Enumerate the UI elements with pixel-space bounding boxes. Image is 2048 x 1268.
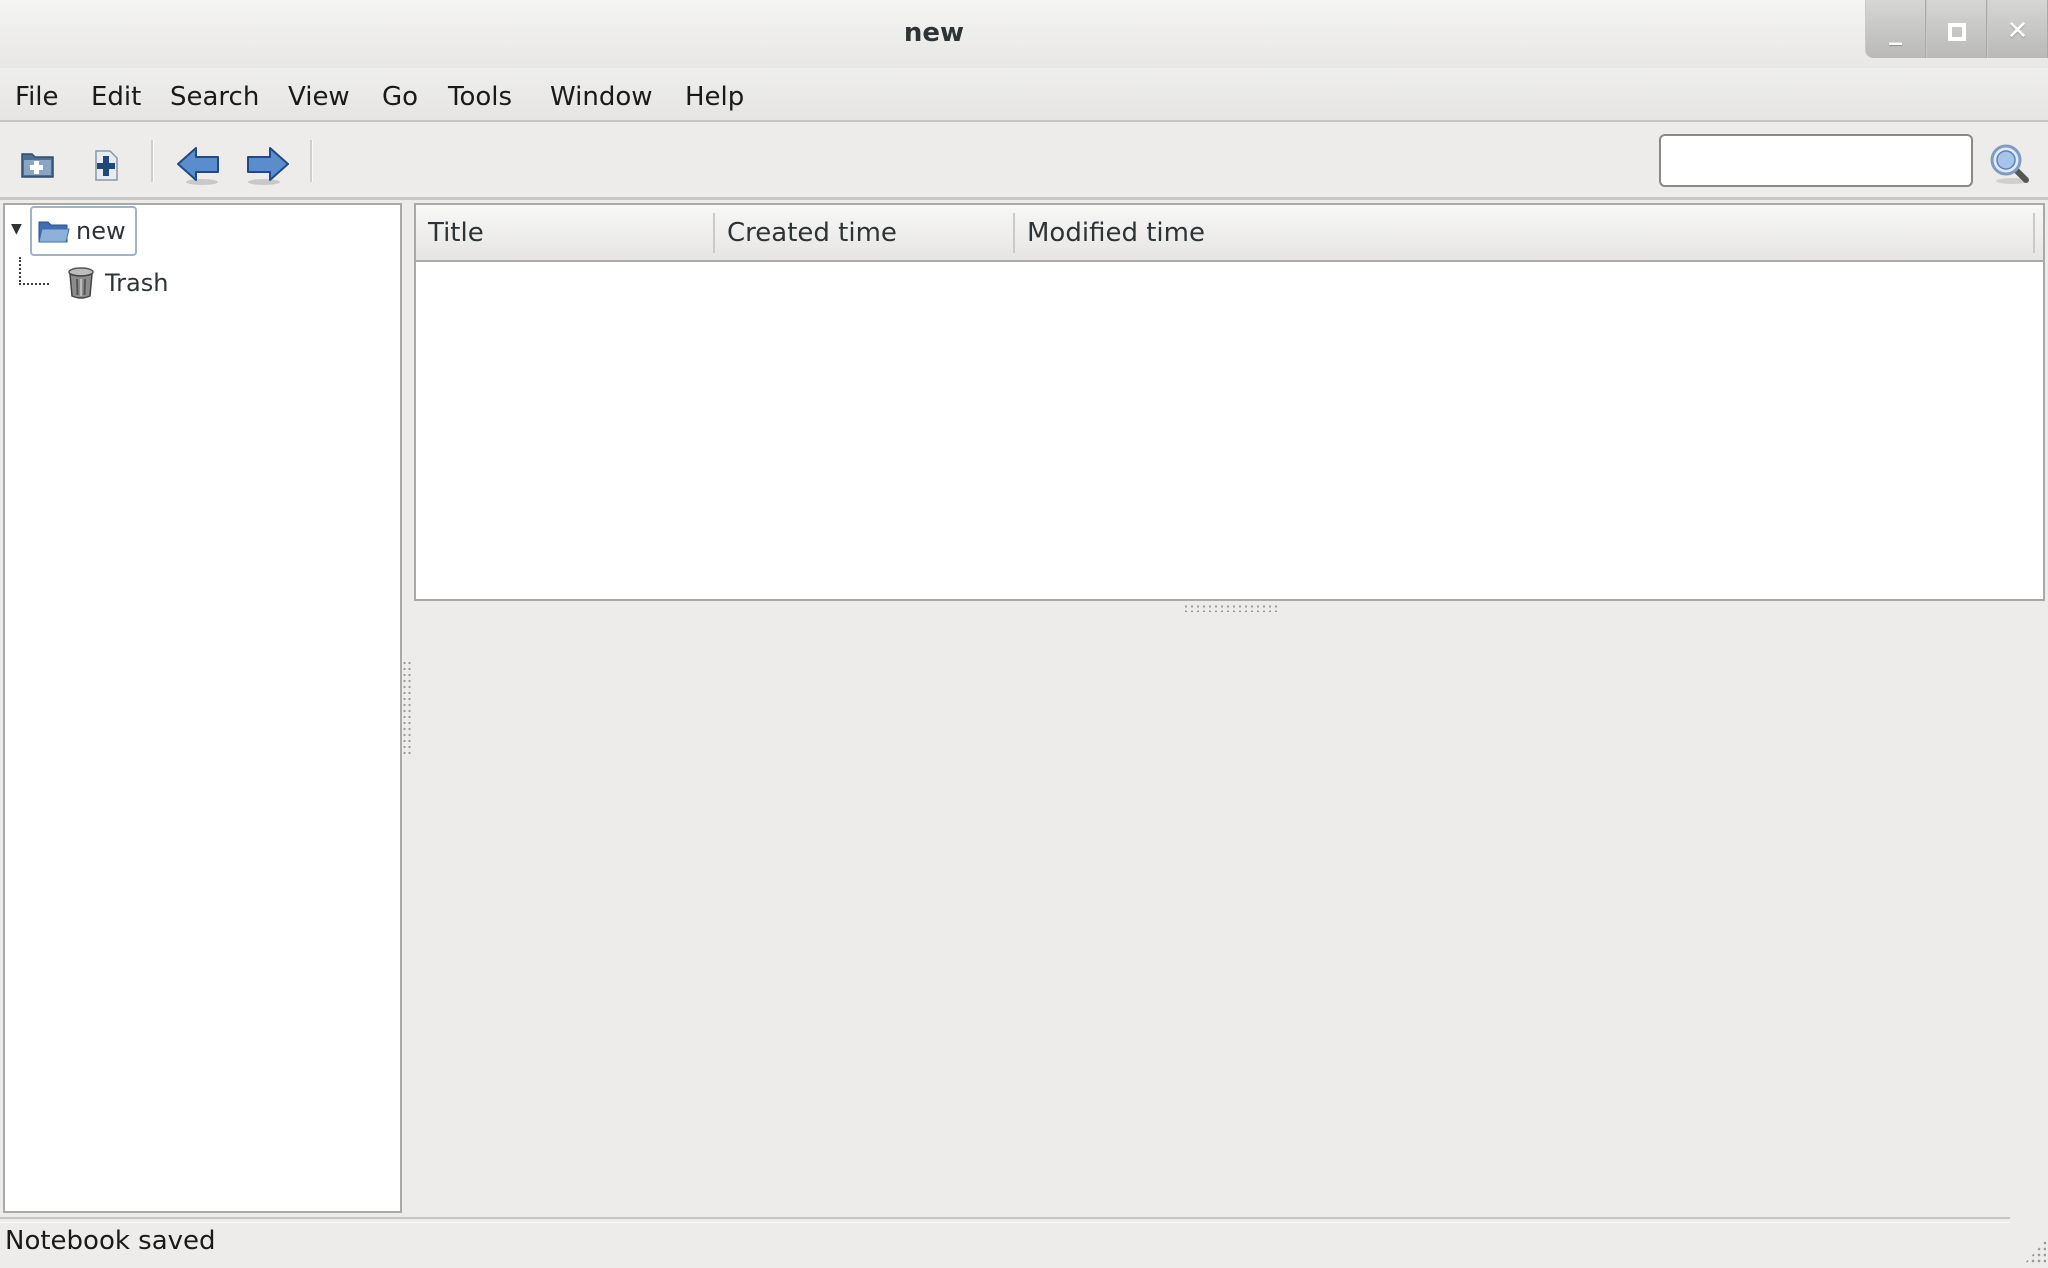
pane-resize-handle-vertical[interactable] — [402, 660, 412, 756]
close-button[interactable]: ✕ — [1987, 0, 2048, 58]
new-page-button[interactable] — [86, 146, 126, 186]
tree-guide-line — [19, 257, 49, 285]
new-folder-icon — [21, 153, 54, 178]
window-title: new — [903, 18, 965, 48]
search-button[interactable] — [1988, 142, 2032, 186]
tree-node-label: new — [76, 217, 126, 245]
pane-resize-handle-horizontal[interactable] — [1183, 604, 1279, 612]
menu-edit[interactable]: Edit — [91, 82, 141, 112]
maximize-button[interactable] — [1926, 0, 1987, 58]
column-header-created-time[interactable]: Created time — [715, 205, 1013, 260]
arrow-left-icon — [177, 147, 219, 185]
arrow-right-icon — [247, 147, 289, 185]
menu-window[interactable]: Window — [550, 82, 653, 112]
tree-node-label: Trash — [105, 269, 169, 297]
minimize-icon: _ — [1889, 16, 1902, 46]
window-resize-grip[interactable] — [2024, 1240, 2046, 1264]
menu-file[interactable]: File — [15, 82, 59, 112]
open-folder-icon — [38, 220, 70, 248]
list-header: Title Created time Modified time — [416, 205, 2043, 262]
new-notebook-button[interactable] — [18, 146, 58, 186]
toolbar-separator — [310, 140, 313, 182]
notebook-tree: ▼ new Trash — [3, 203, 402, 1213]
status-text: Notebook saved — [5, 1226, 216, 1256]
minimize-button[interactable]: _ — [1865, 0, 1926, 58]
menu-go[interactable]: Go — [382, 82, 418, 112]
expander-arrow-icon[interactable]: ▼ — [11, 221, 22, 237]
tree-node-notebook[interactable]: new — [30, 206, 137, 256]
menu-tools[interactable]: Tools — [448, 82, 512, 112]
status-bar-divider — [0, 1217, 2010, 1223]
menu-search[interactable]: Search — [170, 82, 259, 112]
search-input[interactable] — [1659, 134, 1973, 187]
trash-icon — [67, 267, 95, 303]
toolbar — [0, 122, 2048, 200]
close-icon: ✕ — [2006, 16, 2029, 46]
editor-area — [414, 616, 2045, 1212]
tree-node-trash[interactable]: Trash — [63, 263, 263, 309]
menu-view[interactable]: View — [288, 82, 350, 112]
note-list: Title Created time Modified time — [414, 203, 2045, 601]
column-separator — [2033, 213, 2035, 253]
menu-help[interactable]: Help — [685, 82, 744, 112]
menu-bar: File Edit Search View Go Tools Window He… — [0, 68, 2048, 122]
back-button[interactable] — [176, 146, 222, 186]
title-bar: new — [0, 0, 2048, 68]
new-page-icon — [95, 150, 118, 181]
forward-button[interactable] — [244, 146, 290, 186]
maximize-icon — [1947, 16, 1967, 46]
column-header-title[interactable]: Title — [416, 205, 713, 260]
column-header-modified-time[interactable]: Modified time — [1015, 205, 2035, 260]
toolbar-separator — [151, 140, 154, 182]
magnifier-icon — [1990, 144, 2029, 184]
